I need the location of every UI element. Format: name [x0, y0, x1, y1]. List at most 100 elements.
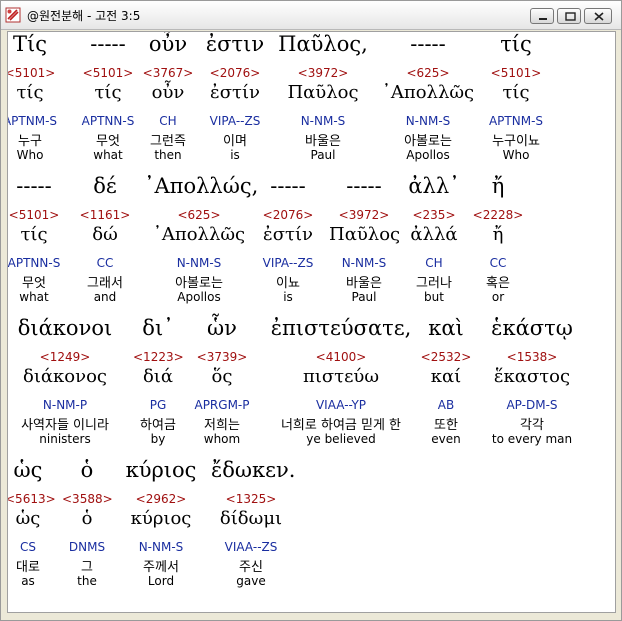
english-gloss: even [431, 432, 461, 446]
greek-word: διάκονοι [17, 316, 113, 340]
english-gloss: to every man [491, 432, 573, 446]
word-cell[interactable]: δι᾿ <1223> διά PG 하여금 by [133, 316, 184, 454]
greek-word: ἀλλ᾿ [408, 174, 460, 198]
greek-word: καὶ [428, 316, 464, 340]
lemma: πιστεύω [302, 366, 380, 387]
word-cell[interactable]: ἀλλ᾿ <235> ἀλλά CH 그러나 but [403, 174, 465, 312]
word-cell[interactable]: ἤ <2228> ἤ CC 혹은 or [470, 174, 526, 312]
english-gloss: Paul [351, 290, 377, 304]
lemma: δώ [92, 224, 118, 245]
greek-word: ὧν [207, 316, 237, 340]
parsing-code: APTNM-S [7, 114, 58, 128]
word-cell[interactable]: ἔδωκεν. <1325> δίδωμι VIAA--ZS 주신 gave [211, 458, 296, 596]
word-cell[interactable]: ὁ <3588> ὁ DNMS 그 the [62, 458, 113, 596]
word-cell[interactable]: οὖν <3767> οὖν CH 그런즉 then [138, 32, 198, 170]
parsing-code: N-NM-S [341, 256, 387, 270]
word-cell[interactable]: Παῦλος, <3972> Παῦλος N-NM-S 바울은 Paul [278, 32, 368, 170]
korean-gloss: 아볼로는 [404, 134, 452, 149]
english-gloss: as [21, 574, 35, 588]
korean-gloss: 하여금 [140, 418, 176, 433]
lemma: τίς [94, 82, 122, 103]
greek-word: ᾿Απολλώς, [144, 174, 259, 198]
greek-word: τίς [500, 32, 532, 56]
word-cell[interactable]: ----- <5101> τίς APTNN-S 무엇 what [8, 174, 69, 312]
greek-word: ----- [270, 174, 306, 198]
word-cell[interactable]: καὶ <2532> καί AB 또한 even [416, 316, 476, 454]
parsing-code: APRGM-P [194, 398, 250, 412]
english-gloss: the [77, 574, 97, 588]
korean-gloss: 무엇 [96, 134, 120, 149]
greek-word: ἔδωκεν. [211, 458, 296, 482]
greek-word: Παῦλος, [278, 32, 368, 56]
lemma: οὖν [151, 82, 185, 103]
strong-number: <2962> [135, 492, 187, 506]
english-gloss: is [283, 290, 293, 304]
word-cell[interactable]: ----- <2076> ἐστίν VIPA--ZS 이뇨 is [253, 174, 323, 312]
parsing-code: AB [437, 398, 455, 412]
greek-word: ἐπιστεύσατε, [270, 316, 412, 340]
korean-gloss: 바울은 [346, 276, 382, 291]
strong-number: <5101> [82, 66, 134, 80]
word-cell[interactable]: ἐπιστεύσατε, <4100> πιστεύω VIAA--YP 너희로 하여금… [256, 316, 426, 454]
word-cell[interactable]: ----- <5101> τίς APTNN-S 무엇 what [73, 32, 143, 170]
korean-gloss: 각각 [520, 418, 544, 433]
word-cell[interactable]: ὡς <5613> ὡς CS 대로 as [8, 458, 56, 596]
title-bar[interactable]: @원전분해 - 고전 3:5 [1, 1, 621, 30]
interlinear-line: ----- <5101> τίς APTNN-S 무엇 what δέ <1161> δώ CC 그… [8, 174, 615, 312]
greek-word: ----- [346, 174, 382, 198]
strong-number: <1161> [79, 208, 131, 222]
greek-word: ἑκάστῳ [491, 316, 573, 340]
strong-number: <2228> [472, 208, 524, 222]
parsing-code: VIPA--ZS [209, 114, 261, 128]
strong-number: <1538> [506, 350, 558, 364]
strong-number: <1223> [133, 350, 184, 364]
word-cell[interactable]: ----- <625> ᾿Απολλῶς N-NM-S 아볼로는 Apollos [378, 32, 478, 170]
parsing-code: CH [159, 114, 177, 128]
korean-gloss: 누구 [18, 134, 42, 149]
word-cell[interactable]: ᾿Απολλώς, <625> ᾿Απολλῶς N-NM-S 아볼로는 Apollos [144, 174, 259, 312]
lemma: κύριος [130, 508, 192, 529]
parsing-code: N-NM-S [176, 256, 222, 270]
greek-word: οὖν [148, 32, 188, 56]
parsing-code: APTNM-S [488, 114, 544, 128]
strong-number: <2076> [262, 208, 314, 222]
parsing-code: CH [425, 256, 443, 270]
word-cell[interactable]: κύριος <2962> κύριος N-NM-S 주께서 Lord [121, 458, 201, 596]
strong-number: <3972> [338, 208, 390, 222]
strong-number: <5101> [7, 66, 56, 80]
window-title: @원전분해 - 고전 3:5 [27, 9, 141, 23]
word-cell[interactable]: Τίς <5101> τίς APTNM-S 누구 Who [7, 32, 69, 170]
strong-number: <625> [406, 66, 450, 80]
close-button[interactable] [584, 8, 612, 24]
lemma: τίς [16, 82, 44, 103]
minimize-button[interactable] [530, 8, 554, 24]
maximize-icon [565, 12, 576, 21]
parsing-code: VIAA--YP [315, 398, 367, 412]
english-gloss: or [491, 290, 505, 304]
parsing-code: VIPA--ZS [262, 256, 314, 270]
strong-number: <4100> [315, 350, 367, 364]
word-cell[interactable]: δέ <1161> δώ CC 그래서 and [72, 174, 138, 312]
english-gloss: then [154, 148, 182, 162]
lemma: τίς [502, 82, 530, 103]
word-cell[interactable]: ἑκάστῳ <1538> ἕκαστος AP-DM-S 각각 to every man [477, 316, 587, 454]
word-cell[interactable]: διάκονοι <1249> διάκονος N-NM-P 사역자들 이니라 nini… [8, 316, 123, 454]
strong-number: <235> [412, 208, 456, 222]
word-cell[interactable]: ὧν <3739> ὅς APRGM-P 저희는 whom [189, 316, 255, 454]
korean-gloss: 이며 [223, 134, 247, 149]
lemma: ᾿Απολλῶς [381, 82, 475, 103]
word-cell[interactable]: ἐστιν <2076> ἐστίν VIPA--ZS 이며 is [195, 32, 275, 170]
maximize-button[interactable] [557, 8, 581, 24]
parsing-code: N-NM-P [42, 398, 88, 412]
korean-gloss: 대로 [16, 560, 40, 575]
parsing-code: N-NM-S [138, 540, 184, 554]
english-gloss: is [230, 148, 240, 162]
greek-word: ----- [410, 32, 446, 56]
korean-gloss: 그 [81, 560, 93, 575]
lemma: ὁ [81, 508, 93, 529]
word-cell[interactable]: τίς <5101> τίς APTNM-S 누구이뇨 Who [476, 32, 556, 170]
english-gloss: Paul [310, 148, 336, 162]
word-cell[interactable]: ----- <3972> Παῦλος N-NM-S 바울은 Paul [329, 174, 400, 312]
strong-number: <1249> [39, 350, 91, 364]
interlinear-panel[interactable]: Τίς <5101> τίς APTNM-S 누구 Who ----- <5101> τίς AP… [7, 31, 616, 613]
